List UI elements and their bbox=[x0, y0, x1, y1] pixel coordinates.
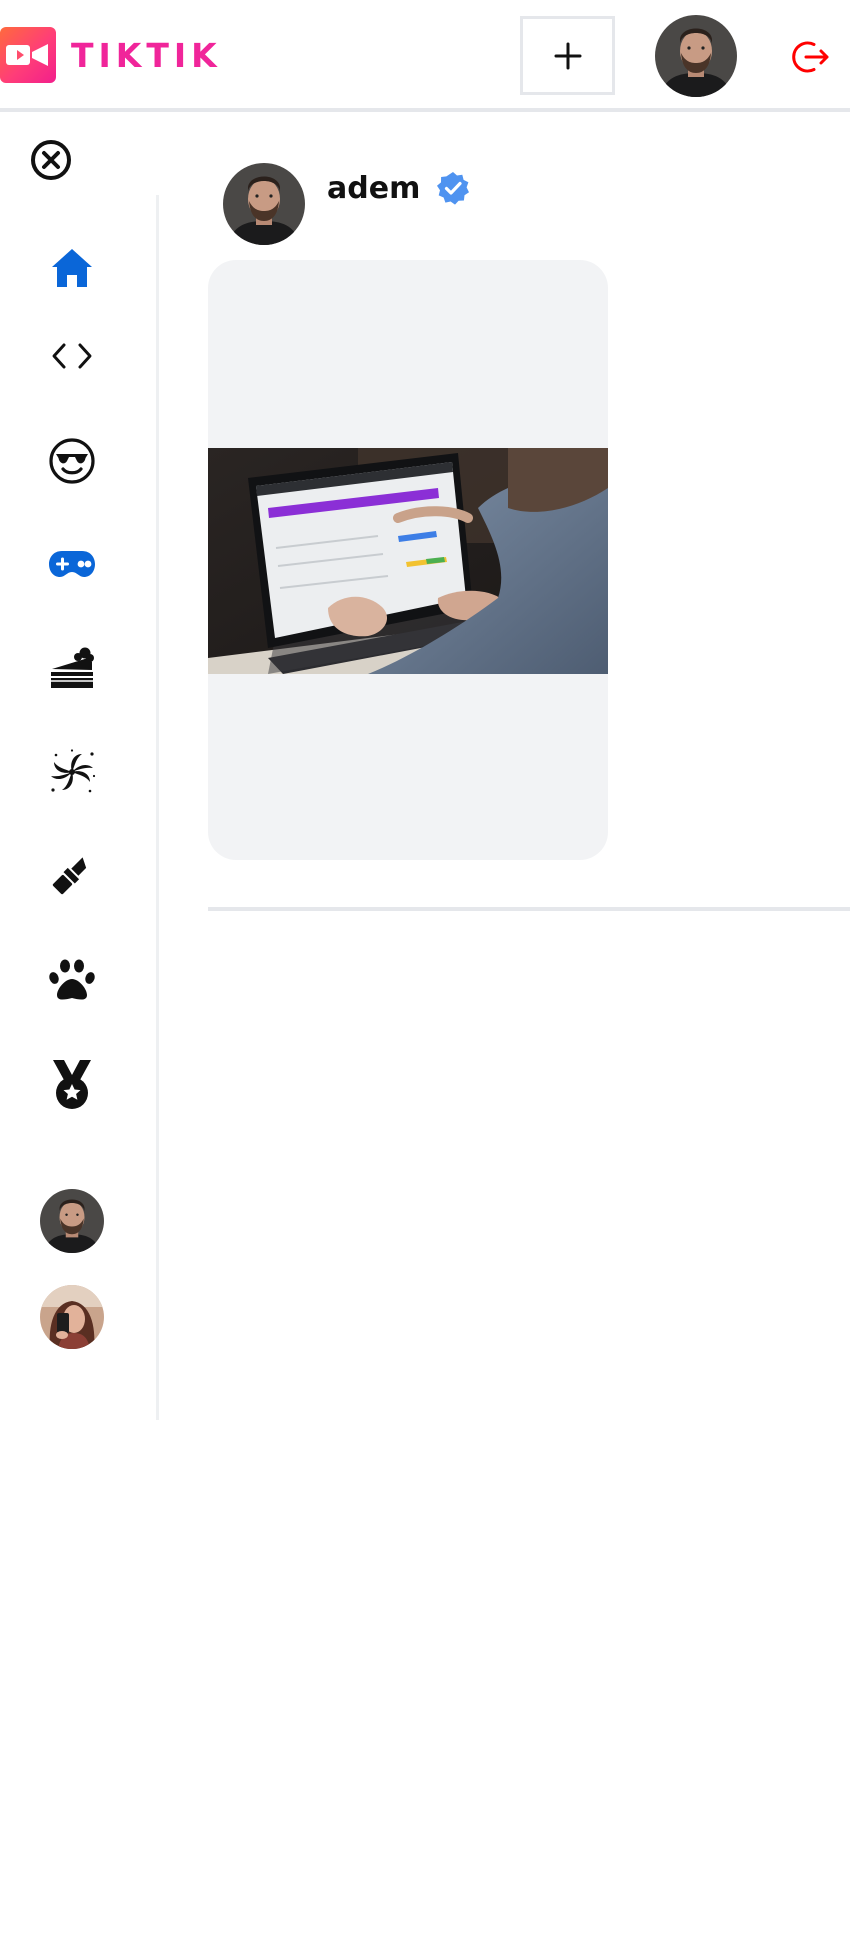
upload-button[interactable] bbox=[520, 16, 615, 95]
bearded-man-avatar bbox=[223, 163, 305, 245]
topic-beauty[interactable] bbox=[42, 845, 102, 905]
laptop-typing-thumbnail bbox=[208, 448, 608, 674]
paw-icon bbox=[49, 959, 95, 1000]
woman-selfie-avatar bbox=[40, 1285, 104, 1349]
post-author[interactable]: adem bbox=[327, 168, 470, 208]
plus-icon bbox=[554, 42, 581, 69]
gamepad-icon bbox=[49, 551, 95, 577]
topic-animals[interactable] bbox=[42, 950, 102, 1010]
video-camera-icon bbox=[0, 27, 56, 83]
post-username: adem bbox=[327, 170, 421, 206]
top-navbar: TIKTIK bbox=[0, 0, 850, 112]
close-circle-icon bbox=[31, 140, 71, 180]
bearded-man-avatar bbox=[40, 1189, 104, 1253]
code-icon bbox=[52, 343, 92, 369]
topic-comedy[interactable] bbox=[42, 431, 102, 491]
post-divider bbox=[208, 907, 850, 911]
medal-icon bbox=[53, 1060, 91, 1109]
logout-icon bbox=[792, 41, 829, 73]
suggested-account-avatar[interactable] bbox=[40, 1285, 104, 1349]
bearded-man-avatar bbox=[655, 15, 737, 97]
sidebar-divider bbox=[156, 195, 159, 1420]
video-player[interactable] bbox=[208, 260, 608, 860]
topic-coding[interactable] bbox=[42, 326, 102, 386]
post-author-avatar[interactable] bbox=[223, 163, 305, 245]
topic-home[interactable] bbox=[42, 238, 102, 298]
verified-badge-icon bbox=[437, 172, 470, 205]
logo[interactable]: TIKTIK bbox=[0, 27, 222, 83]
topic-gaming[interactable] bbox=[42, 534, 102, 594]
topic-food[interactable] bbox=[42, 638, 102, 698]
logo-text: TIKTIK bbox=[71, 35, 222, 75]
home-icon bbox=[52, 249, 92, 287]
topic-dance[interactable] bbox=[42, 742, 102, 802]
cake-icon bbox=[51, 647, 94, 688]
logout-button[interactable] bbox=[790, 37, 830, 77]
dance-swirl-icon bbox=[51, 749, 96, 793]
sunglasses-face-icon bbox=[49, 438, 95, 484]
profile-avatar[interactable] bbox=[655, 15, 737, 97]
lipstick-icon bbox=[52, 857, 87, 895]
topic-sports[interactable] bbox=[42, 1054, 102, 1114]
suggested-account-avatar[interactable] bbox=[40, 1189, 104, 1253]
sidebar-close-button[interactable] bbox=[30, 139, 72, 181]
